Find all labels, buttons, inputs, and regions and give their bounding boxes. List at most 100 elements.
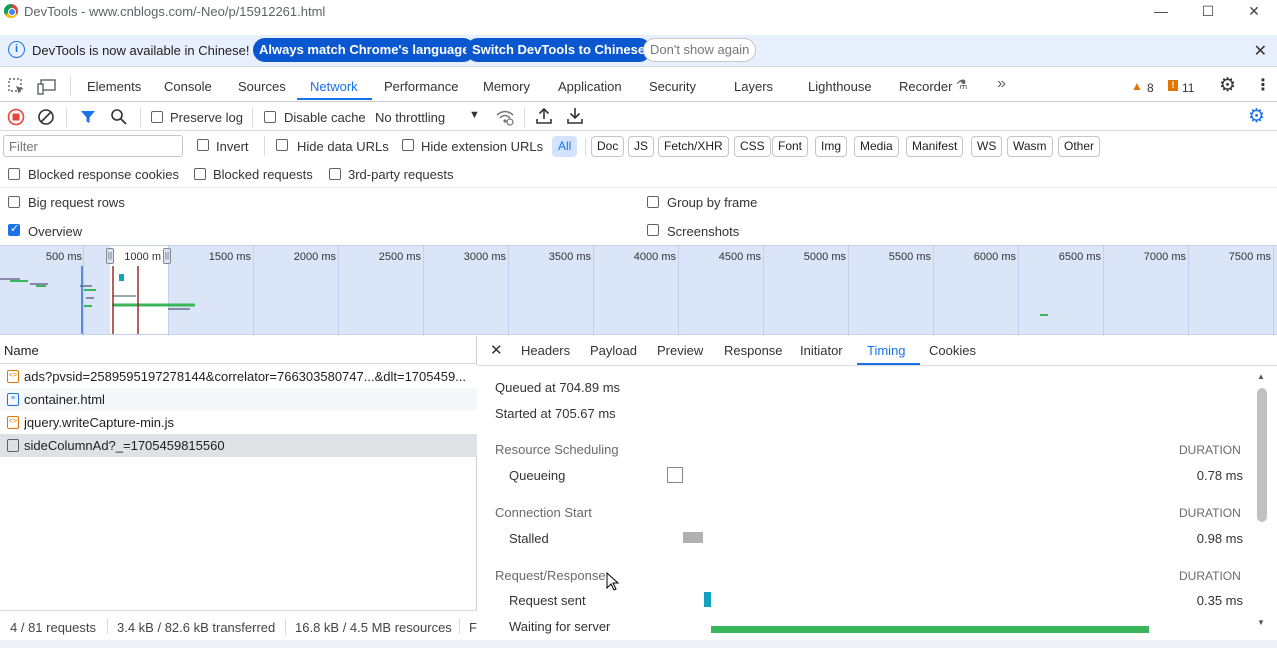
status-divider xyxy=(459,618,460,634)
request-row[interactable]: <> jquery.writeCapture-min.js xyxy=(0,411,477,434)
timing-scrollbar[interactable]: ▲ ▼ xyxy=(1254,370,1270,632)
device-toolbar-icon[interactable] xyxy=(37,78,57,96)
scroll-down-arrow-icon[interactable]: ▼ xyxy=(1257,618,1265,627)
filter-chip-doc[interactable]: Doc xyxy=(591,136,625,157)
flask-icon: ⚗ xyxy=(956,77,968,92)
filter-chip-font[interactable]: Font xyxy=(772,136,809,157)
status-divider xyxy=(285,618,286,634)
filter-chip-js[interactable]: JS xyxy=(628,136,655,157)
tab-performance[interactable]: Performance xyxy=(384,79,458,94)
detail-tab-response[interactable]: Response xyxy=(724,343,783,358)
column-name-header[interactable]: Name xyxy=(4,343,39,358)
close-detail-icon[interactable]: ✕ xyxy=(490,341,503,359)
hide-extension-urls-checkbox[interactable] xyxy=(402,139,414,151)
filter-chip-media[interactable]: Media xyxy=(854,136,899,157)
minimize-button[interactable]: — xyxy=(1138,0,1184,24)
filter-input[interactable] xyxy=(3,135,183,157)
third-party-requests-checkbox[interactable] xyxy=(329,168,341,180)
clear-icon[interactable] xyxy=(37,108,55,126)
search-icon[interactable] xyxy=(110,108,128,126)
record-stop-icon[interactable] xyxy=(7,108,25,126)
status-overflow: F xyxy=(469,620,477,635)
toolbar-divider xyxy=(70,76,71,96)
chrome-logo-icon xyxy=(4,4,18,18)
preserve-log-checkbox[interactable] xyxy=(151,111,163,123)
tab-security[interactable]: Security xyxy=(649,79,696,94)
detail-tab-headers[interactable]: Headers xyxy=(521,343,570,358)
tab-layers[interactable]: Layers xyxy=(734,79,773,94)
invert-label: Invert xyxy=(216,139,249,154)
tab-console[interactable]: Console xyxy=(164,79,212,94)
export-har-icon[interactable] xyxy=(567,107,583,125)
filter-chip-manifest[interactable]: Manifest xyxy=(906,136,964,157)
language-infobar: i DevTools is now available in Chinese! … xyxy=(0,35,1277,67)
filter-chip-img[interactable]: Img xyxy=(815,136,848,157)
close-window-button[interactable]: ✕ xyxy=(1231,0,1277,24)
filter-chip-other[interactable]: Other xyxy=(1058,136,1101,157)
invert-checkbox[interactable] xyxy=(197,139,209,151)
more-tabs-icon[interactable]: » xyxy=(997,75,1006,93)
throttling-dropdown-icon[interactable]: ▼ xyxy=(469,109,480,121)
section-title-connection-start: Connection Start xyxy=(495,505,592,520)
hide-data-urls-checkbox[interactable] xyxy=(276,139,288,151)
request-row[interactable]: <> ads?pvsid=2589595197278144&correlator… xyxy=(0,365,477,388)
mouse-cursor-icon xyxy=(606,572,620,591)
filter-chip-all[interactable]: All xyxy=(552,136,578,157)
blocked-requests-checkbox[interactable] xyxy=(194,168,206,180)
import-har-icon[interactable] xyxy=(536,107,552,125)
scroll-up-arrow-icon[interactable]: ▲ xyxy=(1257,372,1265,381)
group-by-frame-checkbox[interactable] xyxy=(647,196,659,208)
blocked-response-cookies-checkbox[interactable] xyxy=(8,168,20,180)
detail-tab-initiator[interactable]: Initiator xyxy=(800,343,843,358)
tab-lighthouse[interactable]: Lighthouse xyxy=(808,79,872,94)
overview-checkbox[interactable] xyxy=(8,222,20,236)
throttling-select[interactable]: No throttling xyxy=(375,110,445,125)
disable-cache-checkbox[interactable] xyxy=(264,111,276,123)
settings-gear-icon[interactable]: ⚙ xyxy=(1219,74,1236,97)
maximize-button[interactable]: ☐ xyxy=(1185,0,1231,24)
request-name: ads?pvsid=2589595197278144&correlator=76… xyxy=(24,369,467,384)
big-request-rows-checkbox[interactable] xyxy=(8,196,20,208)
always-match-language-button[interactable]: Always match Chrome's language xyxy=(253,38,476,62)
filter-chip-css[interactable]: CSS xyxy=(734,136,771,157)
request-list-panel: Name <> ads?pvsid=2589595197278144&corre… xyxy=(0,336,477,640)
active-tab-indicator xyxy=(297,98,372,100)
tab-application[interactable]: Application xyxy=(558,79,622,94)
more-options-icon[interactable]: ⋮ xyxy=(1255,75,1271,95)
tab-sources[interactable]: Sources xyxy=(238,79,286,94)
toolbar-divider xyxy=(140,107,141,127)
warning-icon[interactable]: ▲ xyxy=(1131,79,1143,93)
request-count: 4 / 81 requests xyxy=(10,620,96,635)
switch-to-chinese-button[interactable]: Switch DevTools to Chinese xyxy=(466,38,652,62)
request-name: sideColumnAd?_=1705459815560 xyxy=(24,438,225,453)
detail-tab-preview[interactable]: Preview xyxy=(657,343,703,358)
filter-icon[interactable] xyxy=(80,109,96,125)
request-name: jquery.writeCapture-min.js xyxy=(24,415,175,430)
network-conditions-icon[interactable] xyxy=(495,108,515,126)
detail-tab-timing[interactable]: Timing xyxy=(867,343,906,358)
infobar-close-icon[interactable]: ✕ xyxy=(1254,41,1267,61)
request-row[interactable]: ≡ container.html xyxy=(0,388,477,411)
filter-chip-wasm[interactable]: Wasm xyxy=(1007,136,1053,157)
dont-show-again-button[interactable]: Don't show again xyxy=(643,38,757,62)
network-overview-timeline[interactable]: || || 500 ms 1000 m 1500 ms 2000 ms 2500… xyxy=(0,245,1277,336)
tab-elements[interactable]: Elements xyxy=(87,79,141,94)
screenshots-checkbox[interactable] xyxy=(647,224,659,236)
network-toolbar: Preserve log Disable cache No throttling… xyxy=(0,103,1277,131)
detail-tab-cookies[interactable]: Cookies xyxy=(929,343,976,358)
tab-network[interactable]: Network xyxy=(310,79,358,94)
big-request-rows-label: Big request rows xyxy=(28,195,125,210)
request-row-selected[interactable]: sideColumnAd?_=1705459815560 xyxy=(0,434,477,457)
inspect-element-icon[interactable] xyxy=(8,78,26,96)
tab-memory[interactable]: Memory xyxy=(483,79,530,94)
issues-icon[interactable]: ! xyxy=(1168,80,1178,91)
network-settings-gear-icon[interactable]: ⚙ xyxy=(1248,105,1265,128)
tab-recorder[interactable]: Recorder xyxy=(899,79,952,94)
detail-tab-payload[interactable]: Payload xyxy=(590,343,637,358)
scrollbar-thumb[interactable] xyxy=(1257,388,1267,522)
queued-at-text: Queued at 704.89 ms xyxy=(495,380,621,395)
filter-chip-fetch-xhr[interactable]: Fetch/XHR xyxy=(658,136,729,157)
toolbar-divider xyxy=(524,107,525,127)
filter-chip-ws[interactable]: WS xyxy=(971,136,1003,157)
waiting-for-server-bar xyxy=(711,626,1149,633)
